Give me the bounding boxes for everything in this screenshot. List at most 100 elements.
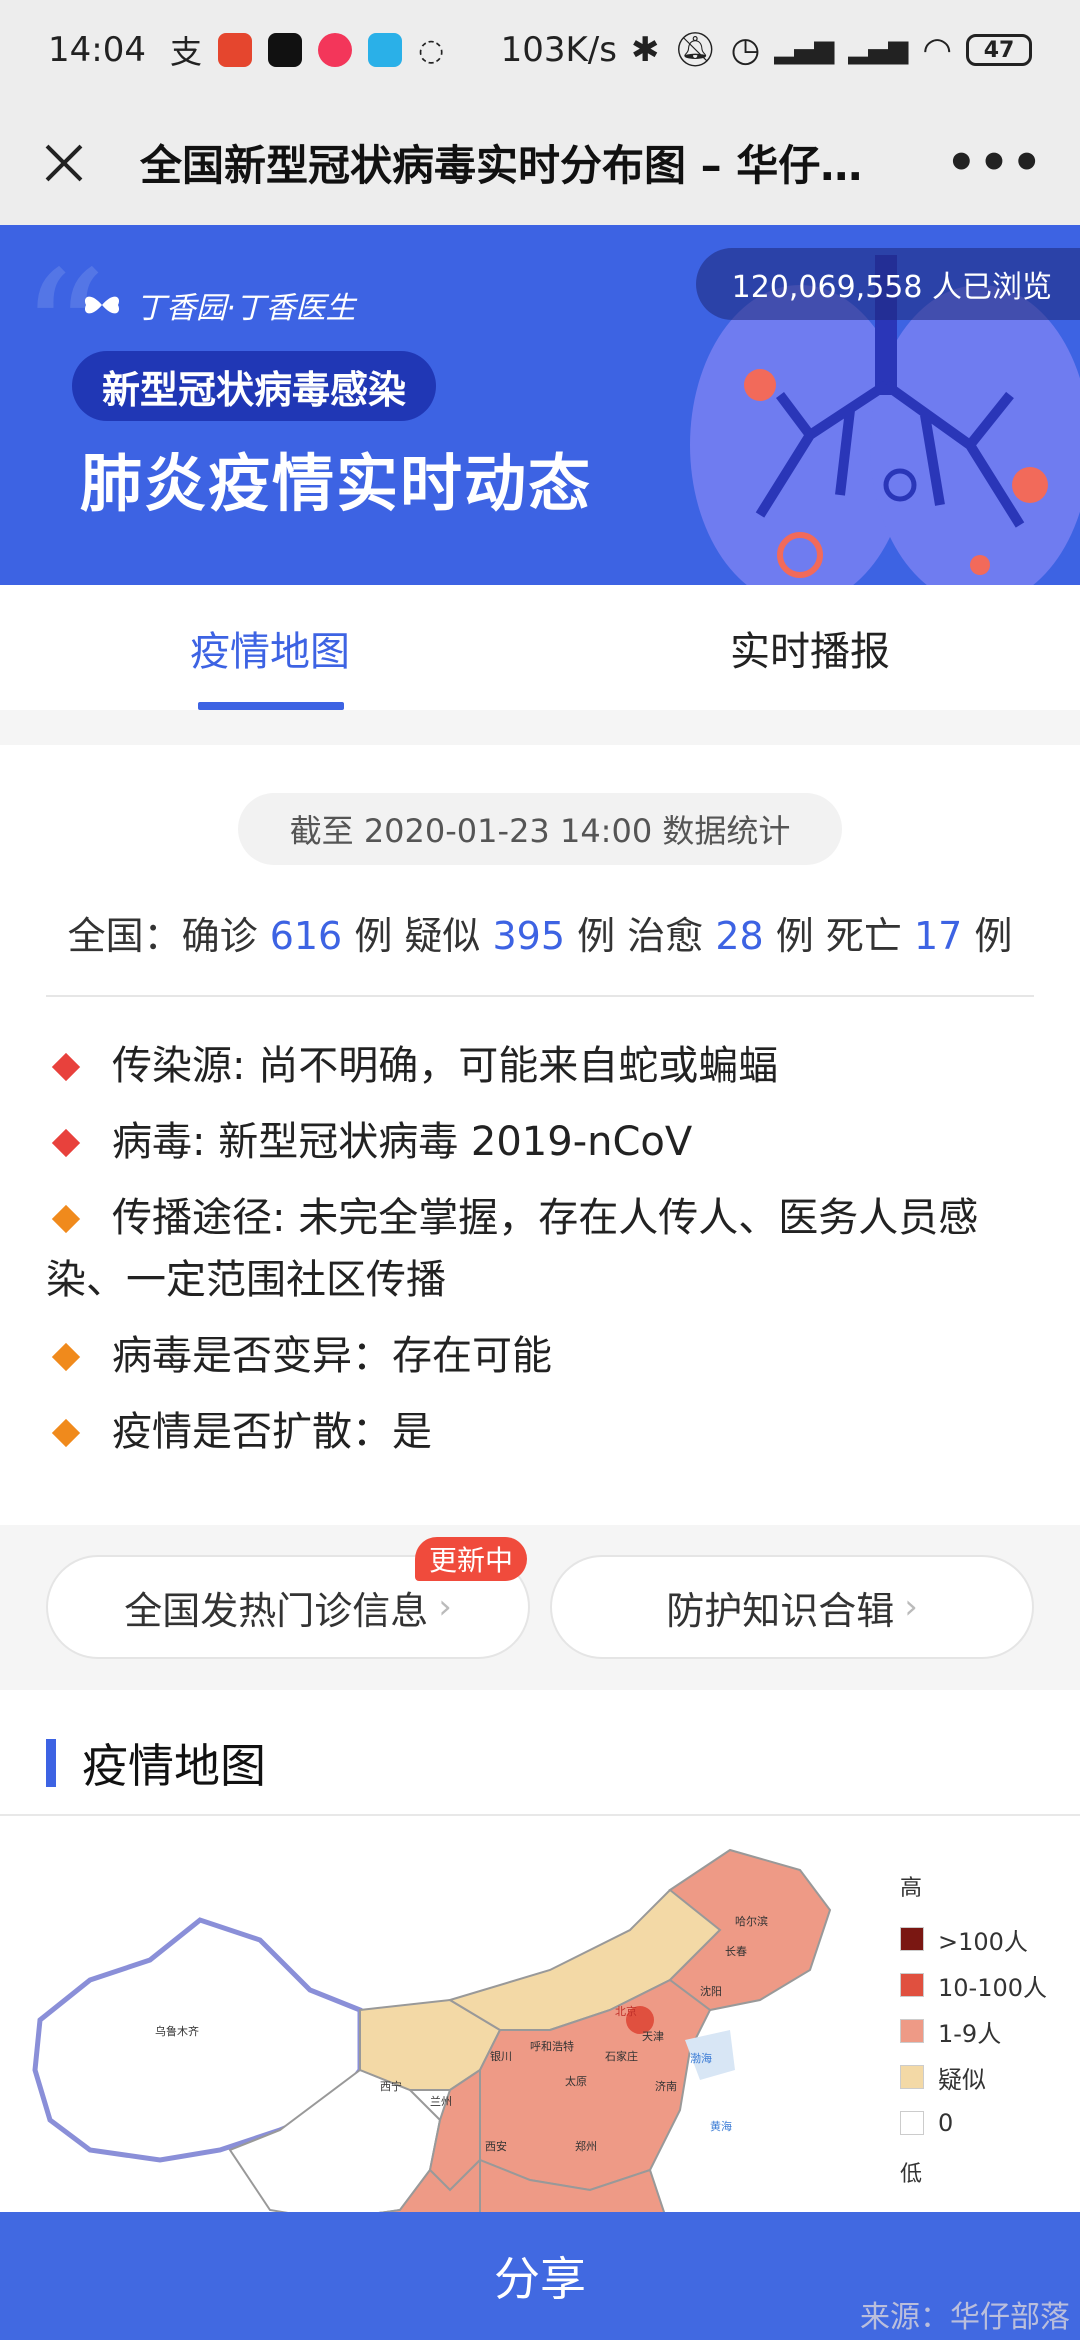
fact-item: 病毒: 新型冠状病毒 2019-nCoV — [46, 1111, 1036, 1173]
legend-low-label: 低 — [900, 2162, 923, 2187]
suspected-count: 395 — [492, 914, 566, 958]
brand-name: 丁香园·丁香医生 — [136, 291, 356, 326]
legend-label: 0 — [938, 2109, 954, 2137]
alipay-icon: 支 — [169, 33, 202, 71]
notification-icons: 支 ◌ — [170, 27, 444, 73]
brand: 丁香园·丁香医生 — [80, 283, 356, 327]
section-accent-bar — [46, 1739, 56, 1787]
legend-swatch — [900, 2019, 924, 2043]
fact-item: 传播途径: 未完全掌握，存在人传人、医务人员感染、一定范围社区传播 — [46, 1187, 1036, 1311]
fact-item: 病毒是否变异：存在可能 — [46, 1325, 1036, 1387]
legend-row: 0 — [900, 2100, 1047, 2146]
city-tianjin: 天津 — [642, 2030, 664, 2043]
legend-row: 疑似 — [900, 2054, 1047, 2100]
tab-epidemic-map[interactable]: 疫情地图 — [0, 585, 540, 710]
more-options-icon[interactable]: ••• — [926, 135, 1044, 191]
divider — [0, 1814, 1080, 1816]
city-jinan: 济南 — [655, 2079, 677, 2093]
city-xining: 西宁 — [380, 2079, 402, 2093]
legend-label: >100人 — [938, 1927, 1028, 1956]
mute-icon: 🔕︎ — [673, 30, 717, 70]
map-legend: 高 >100人 10-100人 1-9人 疑似 0 低 — [900, 1870, 1047, 2202]
tab-bar: 疫情地图 实时播报 — [0, 585, 1080, 710]
city-shenyang: 沈阳 — [700, 1984, 722, 1998]
signal-icon-2: ▂▄▆ — [848, 35, 909, 65]
city-lanzhou: 兰州 — [430, 2095, 452, 2108]
diamond-bullet-icon — [51, 1052, 81, 1082]
fact-text: 传染源: 尚不明确，可能来自蛇或蝙蝠 — [112, 1043, 779, 1089]
watermark: 来源：华仔部落 — [860, 2300, 1070, 2335]
legend-swatch — [900, 1927, 924, 1951]
wifi-icon: ◠ — [922, 30, 952, 70]
view-count: 120,069,558 人已浏览 — [695, 248, 1080, 320]
banner: “ 丁香园·丁香医生 新型冠状病毒感染 肺炎疫情实时动态 120,069,558… — [0, 225, 1080, 585]
chevron-right-icon: › — [438, 1587, 452, 1627]
legend-swatch — [900, 2111, 924, 2135]
banner-pill: 新型冠状病毒感染 — [72, 351, 437, 421]
close-icon[interactable] — [36, 135, 92, 191]
summary-label-cured: 例 治愈 — [577, 914, 704, 958]
quick-links: 全国发热门诊信息 › 更新中 防护知识合辑 › — [0, 1525, 1080, 1690]
app-n-icon — [368, 33, 402, 67]
protection-guide-button[interactable]: 防护知识合辑 › — [550, 1555, 1034, 1659]
city-shijiazhuang: 石家庄 — [605, 2049, 638, 2063]
city-taiyuan: 太原 — [565, 2075, 587, 2088]
diamond-bullet-icon — [51, 1204, 81, 1234]
chevron-right-icon: › — [904, 1587, 918, 1627]
cured-count: 28 — [715, 914, 764, 958]
city-beijing: 北京 — [615, 2004, 637, 2018]
sea-yellow: 黄海 — [710, 2119, 732, 2133]
alarm-icon: ◷ — [730, 30, 761, 70]
legend-high-label: 高 — [900, 1876, 923, 1901]
summary-label-deaths: 例 死亡 — [775, 914, 902, 958]
fact-text: 病毒是否变异：存在可能 — [112, 1333, 552, 1379]
city-harbin: 哈尔滨 — [735, 1914, 768, 1928]
status-right: 103K/s ✱ 🔕︎ ◷ ▂▄▆ ▂▄▆ ◠ 47 — [501, 30, 1032, 70]
page: 14:04 支 ◌ 103K/s ✱ 🔕︎ ◷ ▂▄▆ ▂▄▆ ◠ 47 全国新… — [0, 0, 1080, 2340]
section-header: 疫情地图 — [46, 1730, 266, 1796]
city-urumqi: 乌鲁木齐 — [155, 2024, 199, 2038]
legend-row: 1-9人 — [900, 2008, 1047, 2054]
sea-bohai: 渤海 — [690, 2051, 712, 2065]
status-bar: 14:04 支 ◌ 103K/s ✱ 🔕︎ ◷ ▂▄▆ ▂▄▆ ◠ 47 — [0, 0, 1080, 100]
deaths-count: 17 — [913, 914, 963, 958]
legend-row: >100人 — [900, 1916, 1047, 1962]
summary-label-confirmed: 全国：确诊 — [67, 914, 258, 958]
legend-label: 疑似 — [938, 2065, 986, 2094]
diamond-bullet-icon — [51, 1342, 81, 1372]
signal-icon-1: ▂▄▆ — [774, 35, 835, 65]
diamond-bullet-icon — [51, 1418, 81, 1448]
summary-label-suspected: 例 疑似 — [354, 914, 481, 958]
diamond-bullet-icon — [51, 1128, 81, 1158]
banner-headline: 肺炎疫情实时动态 — [80, 447, 593, 520]
legend-swatch — [900, 1973, 924, 1997]
city-yinchuan: 银川 — [490, 2049, 512, 2063]
protection-guide-label: 防护知识合辑 — [666, 1588, 895, 1633]
fact-text: 病毒: 新型冠状病毒 2019-nCoV — [112, 1119, 693, 1165]
dxy-logo-icon — [84, 296, 120, 314]
status-time: 14:04 — [48, 30, 146, 70]
national-summary: 全国：确诊 616 例 疑似 395 例 治愈 28 例 死亡 17 例 — [0, 905, 1080, 960]
app-pink-icon — [318, 33, 352, 67]
updating-badge: 更新中 — [415, 1537, 528, 1581]
city-changchun: 长春 — [725, 1945, 747, 1958]
fact-text: 疫情是否扩散：是 — [112, 1409, 432, 1455]
fact-item: 疫情是否扩散：是 — [46, 1401, 1036, 1463]
legend-label: 1-9人 — [938, 2019, 1002, 2048]
legend-label: 10-100人 — [938, 1973, 1048, 2002]
summary-unit: 例 — [974, 914, 1013, 958]
network-speed: 103K/s — [500, 30, 617, 70]
bluetooth-icon: ✱ — [630, 30, 660, 70]
tiktok-icon — [268, 33, 302, 67]
tab-live-report[interactable]: 实时播报 — [540, 585, 1080, 710]
battery-icon: 47 — [966, 34, 1032, 66]
divider — [46, 995, 1034, 997]
legend-swatch — [900, 2065, 924, 2089]
city-hohhot: 呼和浩特 — [530, 2039, 574, 2053]
stats-card: 截至 2020-01-23 14:00 数据统计 全国：确诊 616 例 疑似 … — [0, 745, 1080, 1525]
fact-text: 传播途径: 未完全掌握，存在人传人、医务人员感染、一定范围社区传播 — [46, 1195, 979, 1303]
city-zhengzhou: 郑州 — [575, 2139, 597, 2153]
banner-pill-text: 新型冠状病毒感染 — [102, 367, 407, 412]
title-bar: 全国新型冠状病毒实时分布图 – 华仔… ••• — [0, 100, 1080, 225]
data-timestamp: 截至 2020-01-23 14:00 数据统计 — [238, 793, 842, 865]
